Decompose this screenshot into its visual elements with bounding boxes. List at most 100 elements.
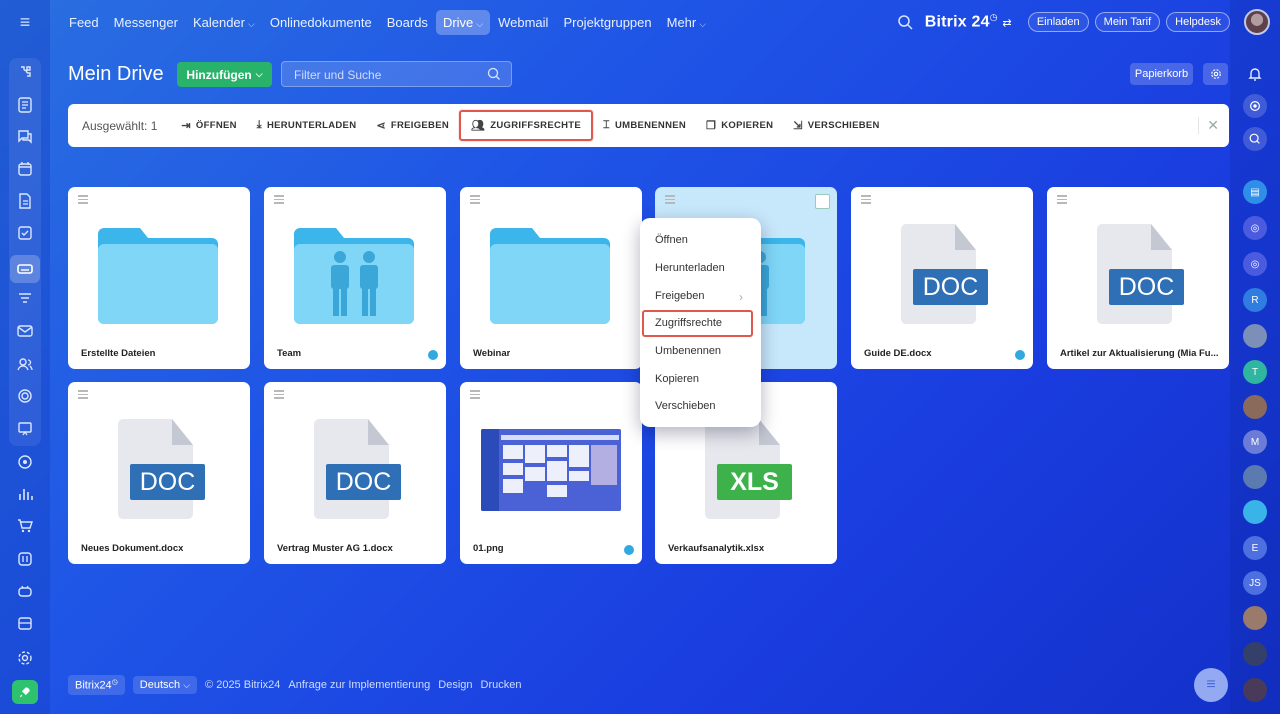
contacts-icon[interactable] (13, 352, 37, 376)
toolbar-move-button[interactable]: ⇲ VERSCHIEBEN (783, 108, 889, 144)
file-card[interactable]: DOC Neues Dokument.docx (68, 382, 250, 564)
robot-icon[interactable] (13, 579, 37, 603)
cart-icon[interactable] (13, 514, 37, 538)
rocket-icon[interactable] (12, 680, 38, 704)
drag-handle-icon[interactable] (274, 390, 284, 399)
search-icon[interactable] (897, 14, 913, 30)
footer-link-implementation[interactable]: Anfrage zur Implementierung (288, 679, 430, 691)
contact-avatar[interactable]: JS (1243, 571, 1267, 595)
hamburger-menu-icon[interactable]: ≡ (13, 12, 37, 32)
drag-handle-icon[interactable] (861, 195, 871, 204)
tariff-button[interactable]: Mein Tarif (1094, 12, 1161, 32)
nav-mehr[interactable]: Mehr ⌵ (660, 10, 713, 35)
contact-avatar[interactable] (1243, 678, 1267, 702)
contact-avatar[interactable] (1243, 324, 1267, 348)
analytics-icon[interactable] (13, 482, 37, 506)
nav-drive[interactable]: Drive ⌵ (435, 9, 491, 35)
footer-brand-button[interactable]: Bitrix24◷ (68, 675, 125, 695)
contact-avatar[interactable] (1243, 465, 1267, 489)
menu-item-open[interactable]: Öffnen (655, 234, 688, 246)
invite-button[interactable]: Einladen (1027, 12, 1089, 32)
mail-icon[interactable] (13, 319, 37, 343)
store-icon[interactable] (13, 547, 37, 571)
bell-icon[interactable] (1243, 62, 1267, 86)
trash-button[interactable]: Papierkorb (1130, 63, 1193, 85)
doc-file-icon: DOC (314, 419, 401, 519)
add-button[interactable]: Hinzufügen ⌵ (177, 62, 272, 87)
contact-avatar[interactable]: T (1243, 360, 1267, 384)
contact-avatar[interactable] (1243, 606, 1267, 630)
drag-handle-icon[interactable] (470, 195, 480, 204)
contact-avatar[interactable]: M (1243, 430, 1267, 454)
settings-icon[interactable] (13, 646, 37, 670)
toolbar-open-button[interactable]: ⇥ ÖFFNEN (171, 108, 246, 144)
toolbar-copy-button[interactable]: ❐ KOPIEREN (696, 108, 783, 144)
drive-icon[interactable] (10, 255, 40, 283)
file-card[interactable]: DOC Guide DE.docx (851, 187, 1033, 369)
close-icon[interactable]: ✕ (1198, 117, 1219, 134)
top-navigation: Feed Messenger Kalender ⌵ Onlinedokumente… (62, 0, 714, 44)
drag-handle-icon[interactable] (274, 195, 284, 204)
nav-boards[interactable]: Boards (380, 10, 435, 35)
menu-item-copy[interactable]: Kopieren (655, 373, 699, 385)
contact-avatar[interactable]: R (1243, 288, 1267, 312)
select-checkbox[interactable] (815, 194, 830, 209)
nav-kalender[interactable]: Kalender ⌵ (186, 10, 262, 35)
helpdesk-button[interactable]: Helpdesk (1166, 12, 1230, 32)
drag-handle-icon[interactable] (78, 390, 88, 399)
language-select[interactable]: Deutsch ⌵ (132, 676, 198, 694)
contact-avatar[interactable] (1243, 395, 1267, 419)
copilot-icon[interactable] (1243, 94, 1267, 118)
file-card[interactable]: Webinar (460, 187, 642, 369)
toolbar-download-button[interactable]: ⤓ HERUNTERLADEN (247, 108, 367, 144)
menu-item-move[interactable]: Verschieben (655, 400, 716, 412)
chat-icon[interactable] (13, 125, 37, 149)
drag-handle-icon[interactable] (1057, 195, 1067, 204)
feed-icon[interactable] (13, 93, 37, 117)
contact-avatar[interactable] (1243, 642, 1267, 666)
chat-menu-button[interactable]: ≡ (1194, 668, 1228, 702)
toolbar-access-rights-button[interactable]: 👥︎ ZUGRIFFSRECHTE (459, 110, 594, 141)
calendar-icon[interactable] (13, 157, 37, 181)
file-card[interactable]: DOC Vertrag Muster AG 1.docx (264, 382, 446, 564)
search-chat-icon[interactable] (1243, 127, 1267, 151)
copilot-chat-icon[interactable]: ◎ (1243, 252, 1267, 276)
menu-item-rename[interactable]: Umbenennen (655, 345, 721, 357)
toolbar-share-button[interactable]: ⋖ FREIGEBEN (366, 108, 459, 144)
nav-messenger[interactable]: Messenger (107, 10, 185, 35)
menu-item-download[interactable]: Herunterladen (655, 262, 725, 274)
storage-icon[interactable] (13, 611, 37, 635)
footer-link-design[interactable]: Design (438, 679, 472, 691)
filter-funnel-icon[interactable] (13, 287, 37, 311)
file-card[interactable]: Team (264, 187, 446, 369)
tasks-icon[interactable] (13, 221, 37, 245)
file-card[interactable]: 01.png (460, 382, 642, 564)
drag-handle-icon[interactable] (470, 390, 480, 399)
document-icon[interactable] (13, 189, 37, 213)
presentation-icon[interactable] (13, 417, 37, 441)
brand-logo[interactable]: Bitrix 24◷ ⇄ (925, 12, 1012, 31)
file-card[interactable]: DOC Artikel zur Aktualisierung (Mia Fu..… (1047, 187, 1229, 369)
menu-item-share[interactable]: Freigeben (655, 290, 705, 302)
puzzle-icon[interactable] (13, 61, 37, 85)
nav-webmail[interactable]: Webmail (491, 10, 555, 35)
nav-projektgruppen[interactable]: Projektgruppen (556, 10, 658, 35)
sites-icon[interactable] (13, 384, 37, 408)
chat-bubble-icon[interactable]: ▤ (1243, 180, 1267, 204)
copilot-chat-icon[interactable]: ◎ (1243, 216, 1267, 240)
drag-handle-icon[interactable] (78, 195, 88, 204)
nav-feed[interactable]: Feed (62, 10, 106, 35)
selected-count: Ausgewählt: 1 (82, 118, 158, 133)
menu-item-access-rights[interactable]: Zugriffsrechte (655, 317, 722, 329)
contact-avatar[interactable] (1243, 500, 1267, 524)
file-name: Team (277, 348, 302, 359)
toolbar-rename-button[interactable]: ⌶ UMBENENNEN (593, 108, 696, 144)
file-card[interactable]: Erstellte Dateien (68, 187, 250, 369)
drag-handle-icon[interactable] (665, 195, 675, 204)
footer-link-print[interactable]: Drucken (481, 679, 522, 691)
target-icon[interactable] (13, 450, 37, 474)
settings-button[interactable] (1203, 63, 1228, 85)
contact-avatar[interactable]: E (1243, 536, 1267, 560)
filter-search-input[interactable]: Filter und Suche (281, 61, 512, 87)
nav-onlinedokumente[interactable]: Onlinedokumente (263, 10, 379, 35)
